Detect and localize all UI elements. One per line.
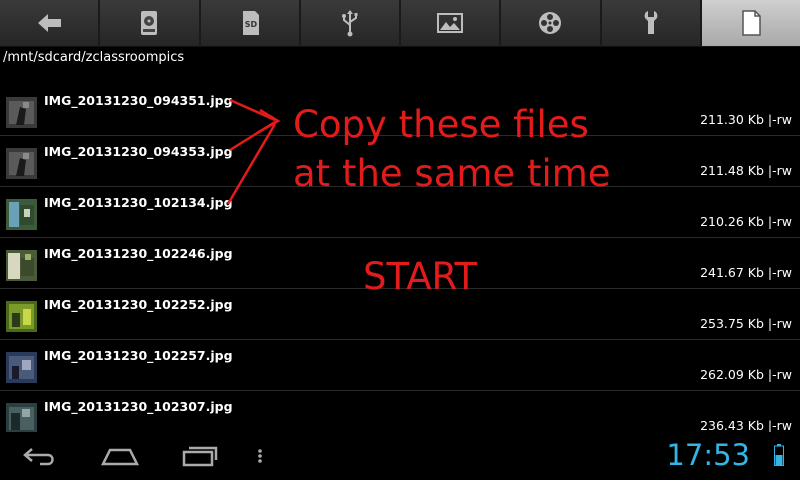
image-thumbnail: [6, 250, 37, 281]
file-size: 262.09 Kb: [700, 367, 764, 382]
recent-apps-icon: [182, 446, 218, 467]
file-size: 236.43 Kb: [700, 418, 764, 433]
current-path: /mnt/sdcard/zclassroompics: [3, 50, 185, 65]
internal-storage-button[interactable]: [100, 0, 199, 47]
sd-card-icon: SD: [242, 11, 259, 35]
file-meta: 253.75 Kb |-rw: [700, 316, 792, 331]
nav-menu-button[interactable]: [235, 440, 285, 472]
status-clock: 17:53: [666, 438, 750, 472]
image-thumbnail: [6, 148, 37, 179]
sd-card-label: SD: [244, 20, 257, 29]
files-button[interactable]: [701, 0, 800, 47]
file-meta: 211.30 Kb |-rw: [700, 112, 792, 127]
file-permissions: |-rw: [767, 163, 792, 178]
back-arrow-icon: [38, 14, 62, 32]
annotation-line2: at the same time: [293, 152, 611, 195]
file-permissions: |-rw: [767, 265, 792, 280]
usb-icon: [341, 10, 358, 37]
nav-back-button[interactable]: [15, 440, 65, 472]
overflow-menu-icon: [258, 449, 262, 463]
usb-button[interactable]: [300, 0, 399, 47]
file-name: IMG_20131230_102252.jpg: [44, 297, 233, 312]
videos-button[interactable]: [501, 0, 600, 47]
file-meta: 241.67 Kb |-rw: [700, 265, 792, 280]
file-size: 211.30 Kb: [700, 112, 764, 127]
file-permissions: |-rw: [767, 112, 792, 127]
video-reel-icon: [539, 12, 562, 34]
image-thumbnail: [6, 97, 37, 128]
file-permissions: |-rw: [767, 214, 792, 229]
wrench-icon: [644, 11, 657, 34]
home-icon: [100, 448, 140, 466]
image-thumbnail: [6, 301, 37, 332]
top-toolbar: SD: [0, 0, 800, 47]
image-thumbnail: [6, 352, 37, 383]
file-permissions: |-rw: [767, 367, 792, 382]
annotation-start: START: [363, 255, 478, 298]
internal-storage-icon: [141, 11, 158, 35]
file-meta: 236.43 Kb |-rw: [700, 418, 792, 433]
file-size: 211.48 Kb: [700, 163, 764, 178]
document-icon: [742, 10, 761, 36]
nav-home-button[interactable]: [95, 440, 145, 472]
file-permissions: |-rw: [767, 316, 792, 331]
file-permissions: |-rw: [767, 418, 792, 433]
file-name: IMG_20131230_102257.jpg: [44, 348, 233, 363]
system-navbar: 17:53: [0, 432, 800, 480]
nav-recents-button[interactable]: [175, 440, 225, 472]
settings-button[interactable]: [601, 0, 700, 47]
battery-icon: [774, 444, 784, 466]
file-size: 210.26 Kb: [700, 214, 764, 229]
file-row[interactable]: IMG_20131230_102257.jpg 262.09 Kb |-rw: [0, 340, 800, 391]
image-thumbnail: [6, 403, 37, 434]
images-button[interactable]: [401, 0, 500, 47]
file-meta: 211.48 Kb |-rw: [700, 163, 792, 178]
image-icon: [437, 13, 464, 33]
file-name: IMG_20131230_102246.jpg: [44, 246, 233, 261]
back-icon: [23, 448, 54, 466]
file-size: 241.67 Kb: [700, 265, 764, 280]
file-name: IMG_20131230_102307.jpg: [44, 399, 233, 414]
annotation-line1: Copy these files: [293, 103, 589, 146]
sd-card-button[interactable]: SD: [200, 0, 299, 47]
file-size: 253.75 Kb: [700, 316, 764, 331]
file-meta: 210.26 Kb |-rw: [700, 214, 792, 229]
image-thumbnail: [6, 199, 37, 230]
annotation-arrow: [226, 98, 281, 205]
back-button[interactable]: [0, 0, 99, 47]
file-meta: 262.09 Kb |-rw: [700, 367, 792, 382]
